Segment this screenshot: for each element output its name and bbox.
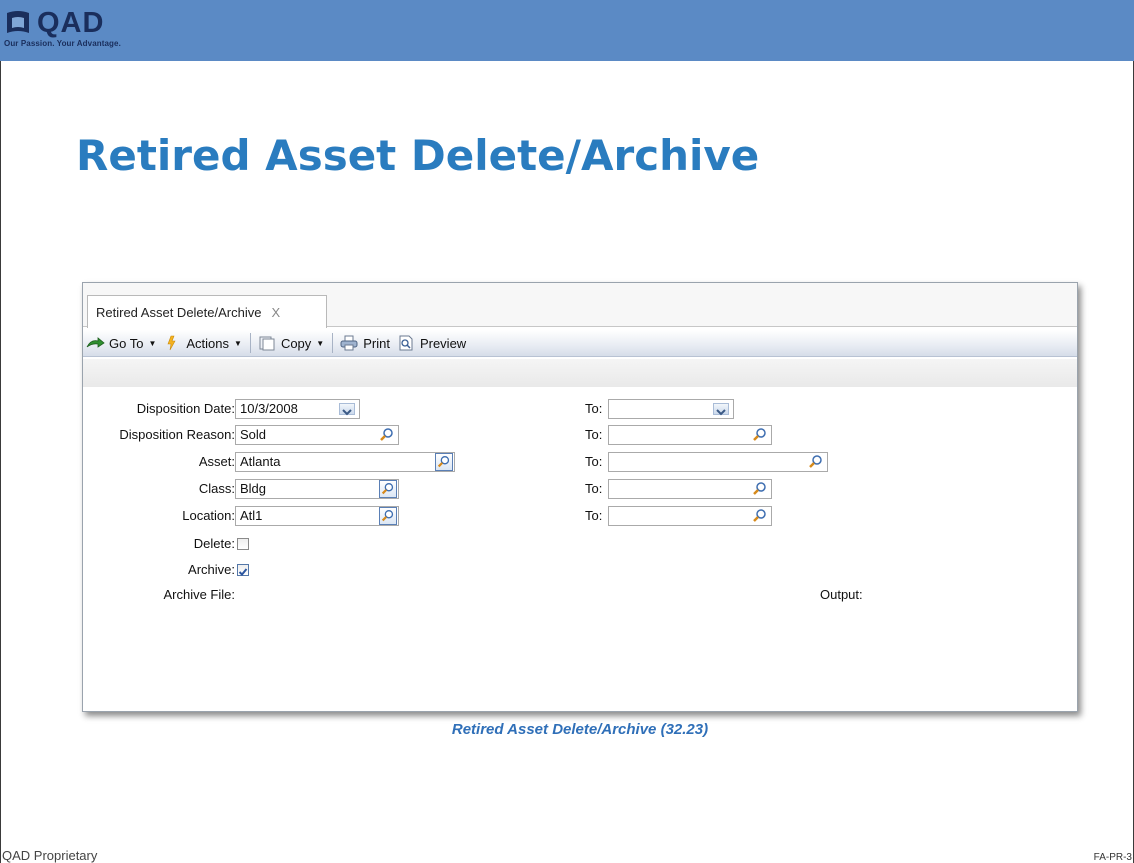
qad-logo-icon: [7, 11, 29, 33]
class-field[interactable]: Bldg: [235, 479, 399, 499]
class-to-label: To:: [585, 481, 603, 496]
tab-retired-asset[interactable]: Retired Asset Delete/Archive X: [87, 295, 327, 328]
preview-icon: [399, 335, 413, 351]
lightning-icon: [167, 335, 176, 351]
copy-icon: [259, 336, 275, 351]
search-icon[interactable]: [435, 453, 453, 471]
search-icon[interactable]: [751, 427, 769, 443]
chevron-down-icon: [342, 409, 352, 416]
location-label: Location:: [182, 508, 235, 523]
actions-label: Actions: [186, 335, 230, 351]
location-to-label: To:: [585, 508, 603, 523]
figure-caption: Retired Asset Delete/Archive (32.23): [451, 721, 709, 738]
arrow-right-icon: [86, 337, 105, 348]
copy-button[interactable]: Copy ▼: [257, 335, 324, 351]
toolbar-subbar: [83, 359, 1077, 387]
asset-to-label: To:: [585, 454, 603, 469]
toolbar-divider: [332, 333, 334, 353]
dropdown-button[interactable]: [713, 403, 729, 416]
output-label: Output:: [820, 587, 863, 602]
disposition-date-to-label: To:: [585, 401, 603, 416]
asset-to-field[interactable]: [608, 452, 828, 472]
disposition-date-label: Disposition Date:: [136, 401, 235, 416]
printer-icon: [340, 335, 358, 351]
goto-button[interactable]: Go To ▼: [85, 335, 156, 351]
tab-strip: Retired Asset Delete/Archive X: [83, 283, 1077, 328]
chevron-down-icon: ▼: [234, 338, 242, 348]
chevron-down-icon: ▼: [148, 338, 157, 348]
search-icon[interactable]: [751, 508, 769, 524]
disposition-reason-to-label: To:: [585, 427, 603, 442]
search-icon[interactable]: [751, 481, 769, 497]
disposition-reason-to-field[interactable]: [608, 425, 772, 445]
actions-button[interactable]: Actions ▼: [162, 335, 242, 351]
print-label: Print: [363, 335, 390, 351]
slide-title: Retired Asset Delete/Archive: [76, 131, 760, 180]
footer-proprietary: QAD Proprietary: [2, 848, 98, 863]
chevron-down-icon: [716, 409, 726, 416]
asset-value: Atlanta: [240, 454, 281, 469]
asset-field[interactable]: Atlanta: [235, 452, 455, 472]
logo-text: QAD: [37, 6, 105, 39]
delete-label: Delete:: [193, 536, 235, 551]
disposition-reason-label: Disposition Reason:: [119, 427, 235, 442]
disposition-reason-value: Sold: [240, 427, 267, 442]
checkmark-icon: [238, 568, 248, 576]
search-icon[interactable]: [379, 507, 397, 525]
disposition-reason-field[interactable]: Sold: [235, 425, 399, 445]
qad-logo: QAD Our Passion. Your Advantage.: [4, 6, 121, 49]
dropdown-button[interactable]: [339, 403, 355, 416]
print-button[interactable]: Print: [339, 335, 390, 351]
class-label: Class:: [198, 481, 235, 496]
class-value: Bldg: [240, 481, 267, 496]
search-icon[interactable]: [379, 480, 397, 498]
disposition-date-value: 10/3/2008: [240, 401, 298, 416]
footer-slide-code: FA-PR-3: [1093, 852, 1132, 863]
close-icon[interactable]: X: [271, 305, 280, 320]
asset-label: Asset:: [198, 454, 235, 469]
location-field[interactable]: Atl1: [235, 506, 399, 526]
chevron-down-icon: ▼: [316, 338, 325, 348]
preview-button[interactable]: Preview: [396, 335, 466, 351]
class-to-field[interactable]: [608, 479, 772, 499]
tab-label: Retired Asset Delete/Archive: [96, 304, 262, 320]
location-to-field[interactable]: [608, 506, 772, 526]
preview-label: Preview: [419, 335, 467, 351]
search-icon[interactable]: [378, 427, 396, 443]
toolbar-divider: [249, 333, 251, 353]
logo-tagline: Our Passion. Your Advantage.: [4, 39, 121, 48]
disposition-date-to-field[interactable]: [608, 399, 734, 419]
app-window: Retired Asset Delete/Archive X Go To ▼ A…: [82, 282, 1078, 712]
toolbar: Go To ▼ Actions ▼ Copy ▼ Print Preview: [83, 330, 1077, 357]
header-bar: QAD Our Passion. Your Advantage.: [0, 0, 1134, 61]
location-value: Atl1: [240, 508, 263, 523]
archive-checkbox[interactable]: [237, 564, 249, 576]
archive-file-label: Archive File:: [163, 587, 235, 602]
goto-label: Go To: [109, 335, 144, 351]
disposition-date-field[interactable]: 10/3/2008: [235, 399, 360, 419]
search-icon[interactable]: [807, 454, 825, 470]
criteria-form: Disposition Date: 10/3/2008 To: Disposit…: [83, 387, 1077, 711]
copy-label: Copy: [280, 335, 312, 351]
archive-label: Archive:: [188, 562, 235, 577]
delete-checkbox[interactable]: [237, 538, 249, 550]
